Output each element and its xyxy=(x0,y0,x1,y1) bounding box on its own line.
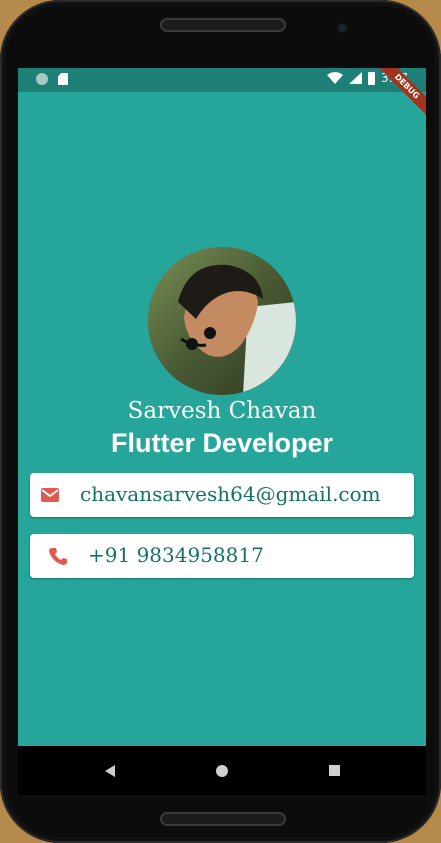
profile-photo xyxy=(148,247,296,395)
recent-apps-icon[interactable] xyxy=(329,765,340,776)
phone-icon xyxy=(49,548,67,565)
status-bar: 3:57 DEBUG xyxy=(18,68,426,122)
profile-name: Sarvesh Chavan xyxy=(127,398,317,424)
front-camera xyxy=(338,24,346,32)
mail-icon xyxy=(41,488,59,502)
back-icon[interactable] xyxy=(105,765,115,777)
wifi-icon xyxy=(327,72,344,84)
email-text: chavansarvesh64@gmail.com xyxy=(80,482,381,506)
app-screen: 3:57 DEBUG xyxy=(18,68,426,795)
sd-card-icon xyxy=(58,73,68,85)
bottom-speaker xyxy=(160,812,286,826)
phone-text: +91 9834958817 xyxy=(88,543,264,567)
phone-card[interactable]: +91 9834958817 xyxy=(30,534,414,578)
battery-icon xyxy=(368,71,376,85)
avatar xyxy=(148,247,296,395)
home-icon[interactable] xyxy=(216,765,228,777)
top-speaker xyxy=(160,18,286,32)
email-card[interactable]: chavansarvesh64@gmail.com xyxy=(30,473,414,517)
phone-frame: 3:57 DEBUG xyxy=(0,0,441,843)
notification-dot-icon xyxy=(36,73,48,85)
profile-title: Flutter Developer xyxy=(110,428,334,458)
navigation-bar xyxy=(18,746,426,795)
signal-icon xyxy=(349,72,363,84)
